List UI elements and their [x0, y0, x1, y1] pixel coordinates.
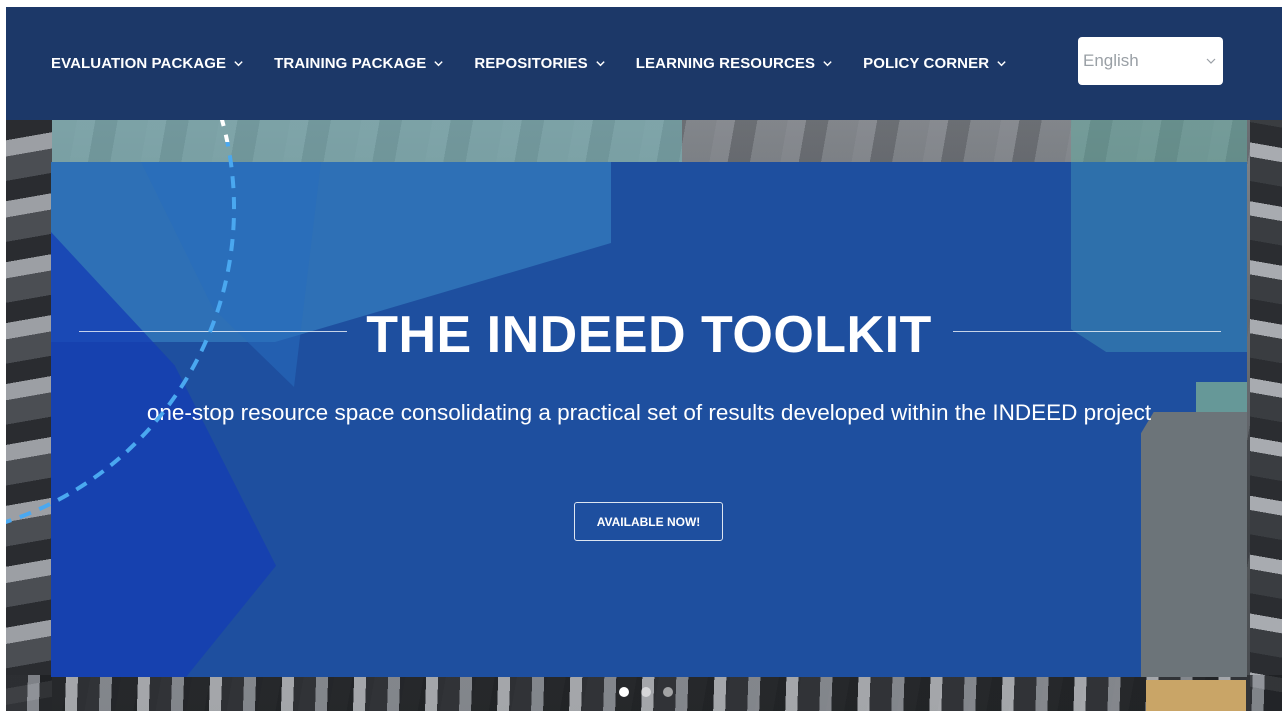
nav-item-label: LEARNING RESOURCES: [635, 55, 816, 72]
decorative-shape: [52, 120, 682, 162]
nav-policy-corner[interactable]: POLICY CORNER: [863, 55, 1007, 72]
nav-item-label: POLICY CORNER: [863, 55, 990, 72]
top-navbar: EVALUATION PACKAGE TRAINING PACKAGE REPO…: [6, 7, 1282, 120]
chevron-down-icon: [1206, 58, 1216, 64]
nav-training-package[interactable]: TRAINING PACKAGE: [274, 55, 444, 72]
nav-item-label: EVALUATION PACKAGE: [51, 55, 227, 72]
main-menu: EVALUATION PACKAGE TRAINING PACKAGE REPO…: [51, 55, 1037, 72]
nav-repositories[interactable]: REPOSITORIES: [474, 55, 605, 72]
slider-pagination: [619, 687, 673, 697]
slider-dot[interactable]: [641, 687, 651, 697]
nav-item-label: TRAINING PACKAGE: [274, 55, 427, 72]
chevron-down-icon: [434, 61, 443, 67]
photo-texture-left: [6, 120, 52, 711]
hero-slide-panel: THE INDEED TOOLKIT one-stop resource spa…: [51, 162, 1247, 677]
language-selected-value: English: [1083, 51, 1139, 70]
nav-learning-resources[interactable]: LEARNING RESOURCES: [636, 55, 833, 72]
language-select[interactable]: English: [1078, 37, 1223, 85]
decorative-shape: [1071, 120, 1247, 162]
nav-evaluation-package[interactable]: EVALUATION PACKAGE: [51, 55, 244, 72]
page-frame: EVALUATION PACKAGE TRAINING PACKAGE REPO…: [6, 7, 1282, 711]
photo-texture-right: [1250, 120, 1282, 711]
available-now-button[interactable]: AVAILABLE NOW!: [574, 502, 723, 541]
hero-title: THE INDEED TOOLKIT: [366, 306, 932, 364]
slider-dot[interactable]: [619, 687, 629, 697]
nav-item-label: REPOSITORIES: [474, 55, 588, 72]
chevron-down-icon: [234, 61, 243, 67]
decorative-shape: [1146, 680, 1246, 711]
hero-subtitle: one-stop resource space consolidating a …: [146, 400, 1152, 425]
slider-dot[interactable]: [663, 687, 673, 697]
decorative-shape: [1141, 412, 1247, 677]
chevron-down-icon: [596, 61, 605, 67]
chevron-down-icon: [823, 61, 832, 67]
chevron-down-icon: [997, 61, 1006, 67]
